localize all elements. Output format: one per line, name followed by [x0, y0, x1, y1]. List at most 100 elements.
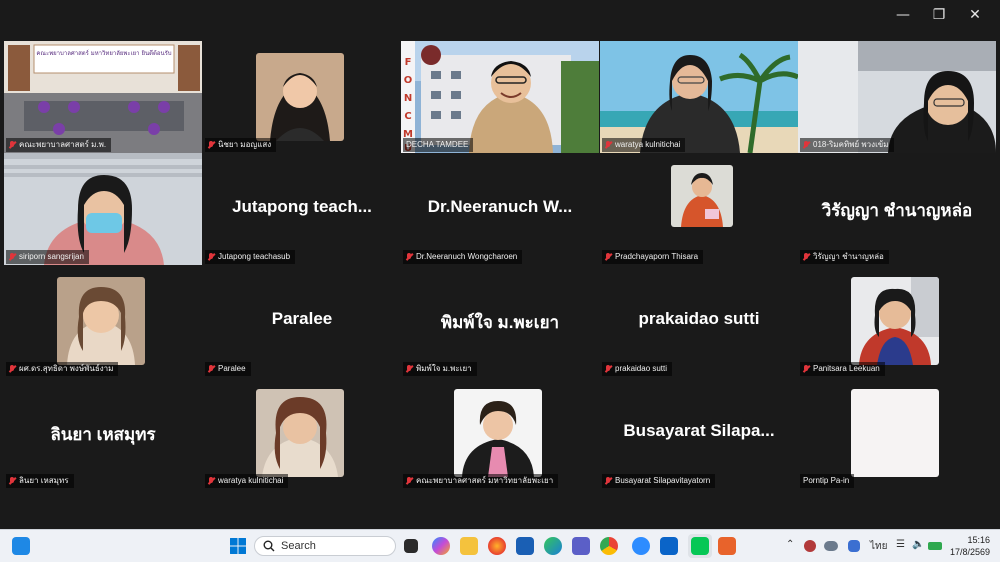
- participant-photo: [57, 277, 145, 365]
- participant-display-name: พิมพ์ใจ ม.พะเยา: [440, 313, 560, 332]
- name-tag: นิชยา มอญแสง: [205, 138, 277, 152]
- chrome-icon[interactable]: [600, 537, 618, 555]
- outlook-icon[interactable]: [660, 537, 678, 555]
- restore-icon[interactable]: ❐: [932, 8, 946, 22]
- participant-tile[interactable]: waratya kulnitichai: [600, 41, 798, 153]
- mic-muted-icon: [208, 476, 215, 486]
- clock[interactable]: 15:16 17/8/2569: [950, 534, 990, 558]
- zoom-icon[interactable]: [632, 537, 650, 555]
- participant-display-name: วิรัญญา ชำนาญหล่อ: [821, 201, 973, 220]
- svg-text:O: O: [404, 75, 413, 86]
- participant-photo: [851, 277, 939, 365]
- participant-tile[interactable]: Porntip Pa-in: [798, 377, 996, 489]
- name-tag: Porntip Pa-in: [800, 474, 855, 488]
- participant-video: [256, 53, 344, 141]
- name-tag: พิมพ์ใจ ม.พะเยา: [403, 362, 477, 376]
- line-app-active[interactable]: [688, 534, 712, 558]
- cloud-icon[interactable]: [824, 541, 838, 551]
- participant-photo: [256, 389, 344, 477]
- mic-muted-icon: [208, 252, 215, 262]
- name-tag: siriporn sangsrijan: [6, 250, 89, 264]
- participant-tile[interactable]: prakaidao sutti prakaidao sutti: [600, 265, 798, 377]
- task-view-icon[interactable]: [404, 539, 418, 553]
- participant-video: [600, 41, 798, 153]
- meeting-room-video: คณะพยาบาลศาสตร์ มหาวิทยาลัยพะเยา ยินดีต้…: [4, 41, 202, 153]
- search-icon: [263, 540, 275, 552]
- banner-letters: F: [405, 57, 412, 68]
- name-tag: DECHA TAMDEE: [403, 138, 474, 152]
- widgets-icon[interactable]: [12, 537, 30, 555]
- taskbar-search[interactable]: Search: [254, 536, 396, 556]
- volume-icon[interactable]: 🔈: [912, 539, 924, 550]
- room-banner-text: คณะพยาบาลศาสตร์ มหาวิทยาลัยพะเยา ยินดีต้…: [36, 49, 171, 57]
- participant-tile[interactable]: Pradchayaporn Thisara: [600, 153, 798, 265]
- participant-tile[interactable]: siriporn sangsrijan: [4, 153, 202, 265]
- participant-tile[interactable]: Panitsara Leekuan: [798, 265, 996, 377]
- file-explorer-icon[interactable]: [460, 537, 478, 555]
- name-tag: Panitsara Leekuan: [800, 362, 885, 376]
- participant-tile[interactable]: พิมพ์ใจ ม.พะเยา พิมพ์ใจ ม.พะเยา: [401, 265, 599, 377]
- close-icon[interactable]: ✕: [968, 8, 982, 22]
- name-tag: วิรัญญา ชำนาญหล่อ: [800, 250, 889, 264]
- window-controls: — ❐ ✕: [896, 8, 982, 22]
- participant-display-name: Dr.Neeranuch W...: [427, 197, 573, 216]
- start-icon[interactable]: [229, 537, 247, 555]
- language-indicator[interactable]: ไทย: [870, 539, 887, 554]
- participant-video: [798, 41, 996, 153]
- mic-muted-icon: [9, 364, 16, 374]
- participant-tile[interactable]: Paralee Paralee: [203, 265, 401, 377]
- name-tag: Busayarat Silapavitayatorn: [602, 474, 716, 488]
- name-tag: ผศ.ดร.สุทธิดา พงษ์พันธ์งาม: [6, 362, 119, 376]
- video-grid: คณะพยาบาลศาสตร์ มหาวิทยาลัยพะเยา ยินดีต้…: [4, 41, 996, 489]
- name-tag: waratya kulnitichai: [205, 474, 289, 488]
- clock-date: 17/8/2569: [949, 547, 990, 557]
- svg-text:N: N: [404, 93, 412, 104]
- reader-icon[interactable]: [718, 537, 736, 555]
- firefox-icon[interactable]: [488, 537, 506, 555]
- participant-photo: [454, 389, 542, 477]
- participant-tile[interactable]: Jutapong teach... Jutapong teachasub: [203, 153, 401, 265]
- search-placeholder: Search: [281, 540, 316, 552]
- participant-photo: [851, 389, 939, 477]
- mic-muted-icon: [803, 140, 810, 150]
- participant-tile[interactable]: ผศ.ดร.สุทธิดา พงษ์พันธ์งาม: [4, 265, 202, 377]
- participant-tile[interactable]: Busayarat Silapa... Busayarat Silapavita…: [600, 377, 798, 489]
- mic-muted-icon: [406, 364, 413, 374]
- chevron-up-icon[interactable]: ⌃: [786, 539, 794, 550]
- participant-tile-active-speaker[interactable]: F O N C M U DECHA TAMDEE: [401, 41, 599, 153]
- tray-app-icon[interactable]: [804, 540, 816, 552]
- store-icon[interactable]: [516, 537, 534, 555]
- participant-tile[interactable]: นิชยา มอญแสง: [203, 41, 401, 153]
- participant-tile[interactable]: คณะพยาบาลศาสตร์ มหาวิทยาลัยพะเยา ยินดีต้…: [4, 41, 202, 153]
- minimize-icon[interactable]: —: [896, 8, 910, 22]
- participant-tile[interactable]: วิรัญญา ชำนาญหล่อ วิรัญญา ชำนาญหล่อ: [798, 153, 996, 265]
- battery-icon[interactable]: [928, 542, 942, 550]
- teams-icon[interactable]: [572, 537, 590, 555]
- participant-display-name: Busayarat Silapa...: [623, 421, 775, 440]
- participant-display-name: prakaidao sutti: [638, 309, 760, 328]
- participant-tile[interactable]: คณะพยาบาลศาสตร์ มหาวิทยาลัยพะเยา: [401, 377, 599, 489]
- mic-muted-icon: [208, 140, 215, 150]
- participant-tile[interactable]: Dr.Neeranuch W... Dr.Neeranuch Wongcharo…: [401, 153, 599, 265]
- participant-tile[interactable]: waratya kulnitichai: [203, 377, 401, 489]
- wifi-icon[interactable]: ☰: [896, 539, 905, 550]
- svg-text:C: C: [404, 111, 411, 122]
- mic-muted-icon: [803, 252, 810, 262]
- participant-tile[interactable]: ลินยา เหสมุทร ลินยา เหสมุทร: [4, 377, 202, 489]
- participant-display-name: Paralee: [271, 309, 333, 328]
- mic-muted-icon: [9, 252, 16, 262]
- bluetooth-icon[interactable]: [848, 540, 860, 552]
- name-tag: คณะพยาบาลศาสตร์ ม.พ.: [6, 138, 112, 152]
- participant-tile[interactable]: 018-ริมคทิพย์ พวงเข้ม: [798, 41, 996, 153]
- mic-muted-icon: [208, 364, 215, 374]
- edge-icon[interactable]: [544, 537, 562, 555]
- mic-muted-icon: [803, 364, 810, 374]
- copilot-icon[interactable]: [432, 537, 450, 555]
- name-tag: prakaidao sutti: [602, 362, 673, 376]
- name-tag: Dr.Neeranuch Wongcharoen: [403, 250, 523, 264]
- name-tag: 018-ริมคทิพย์ พวงเข้ม: [800, 138, 894, 152]
- mic-muted-icon: [605, 140, 612, 150]
- participant-display-name: Jutapong teach...: [232, 197, 372, 216]
- name-tag: waratya kulnitichai: [602, 138, 686, 152]
- participant-display-name: ลินยา เหสมุทร: [50, 425, 156, 444]
